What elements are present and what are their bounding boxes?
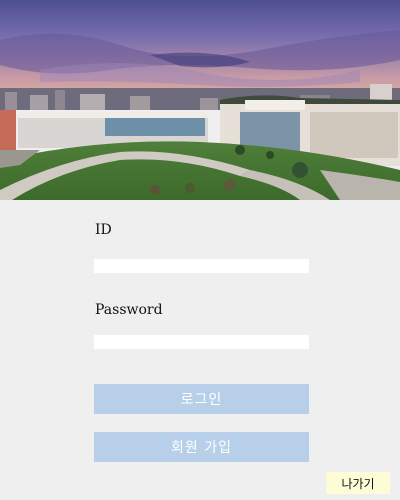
exit-button[interactable]: 나가기	[326, 472, 390, 494]
signup-button[interactable]: 회원 가입	[94, 432, 309, 462]
login-button[interactable]: 로그인	[94, 384, 309, 414]
password-input[interactable]	[94, 335, 309, 349]
password-label: Password	[95, 302, 163, 318]
hero-campus-photo	[0, 0, 400, 200]
id-label: ID	[95, 222, 112, 238]
id-input[interactable]	[94, 259, 309, 273]
login-form: ID Password 로그인 회원 가입 나가기	[0, 200, 400, 500]
